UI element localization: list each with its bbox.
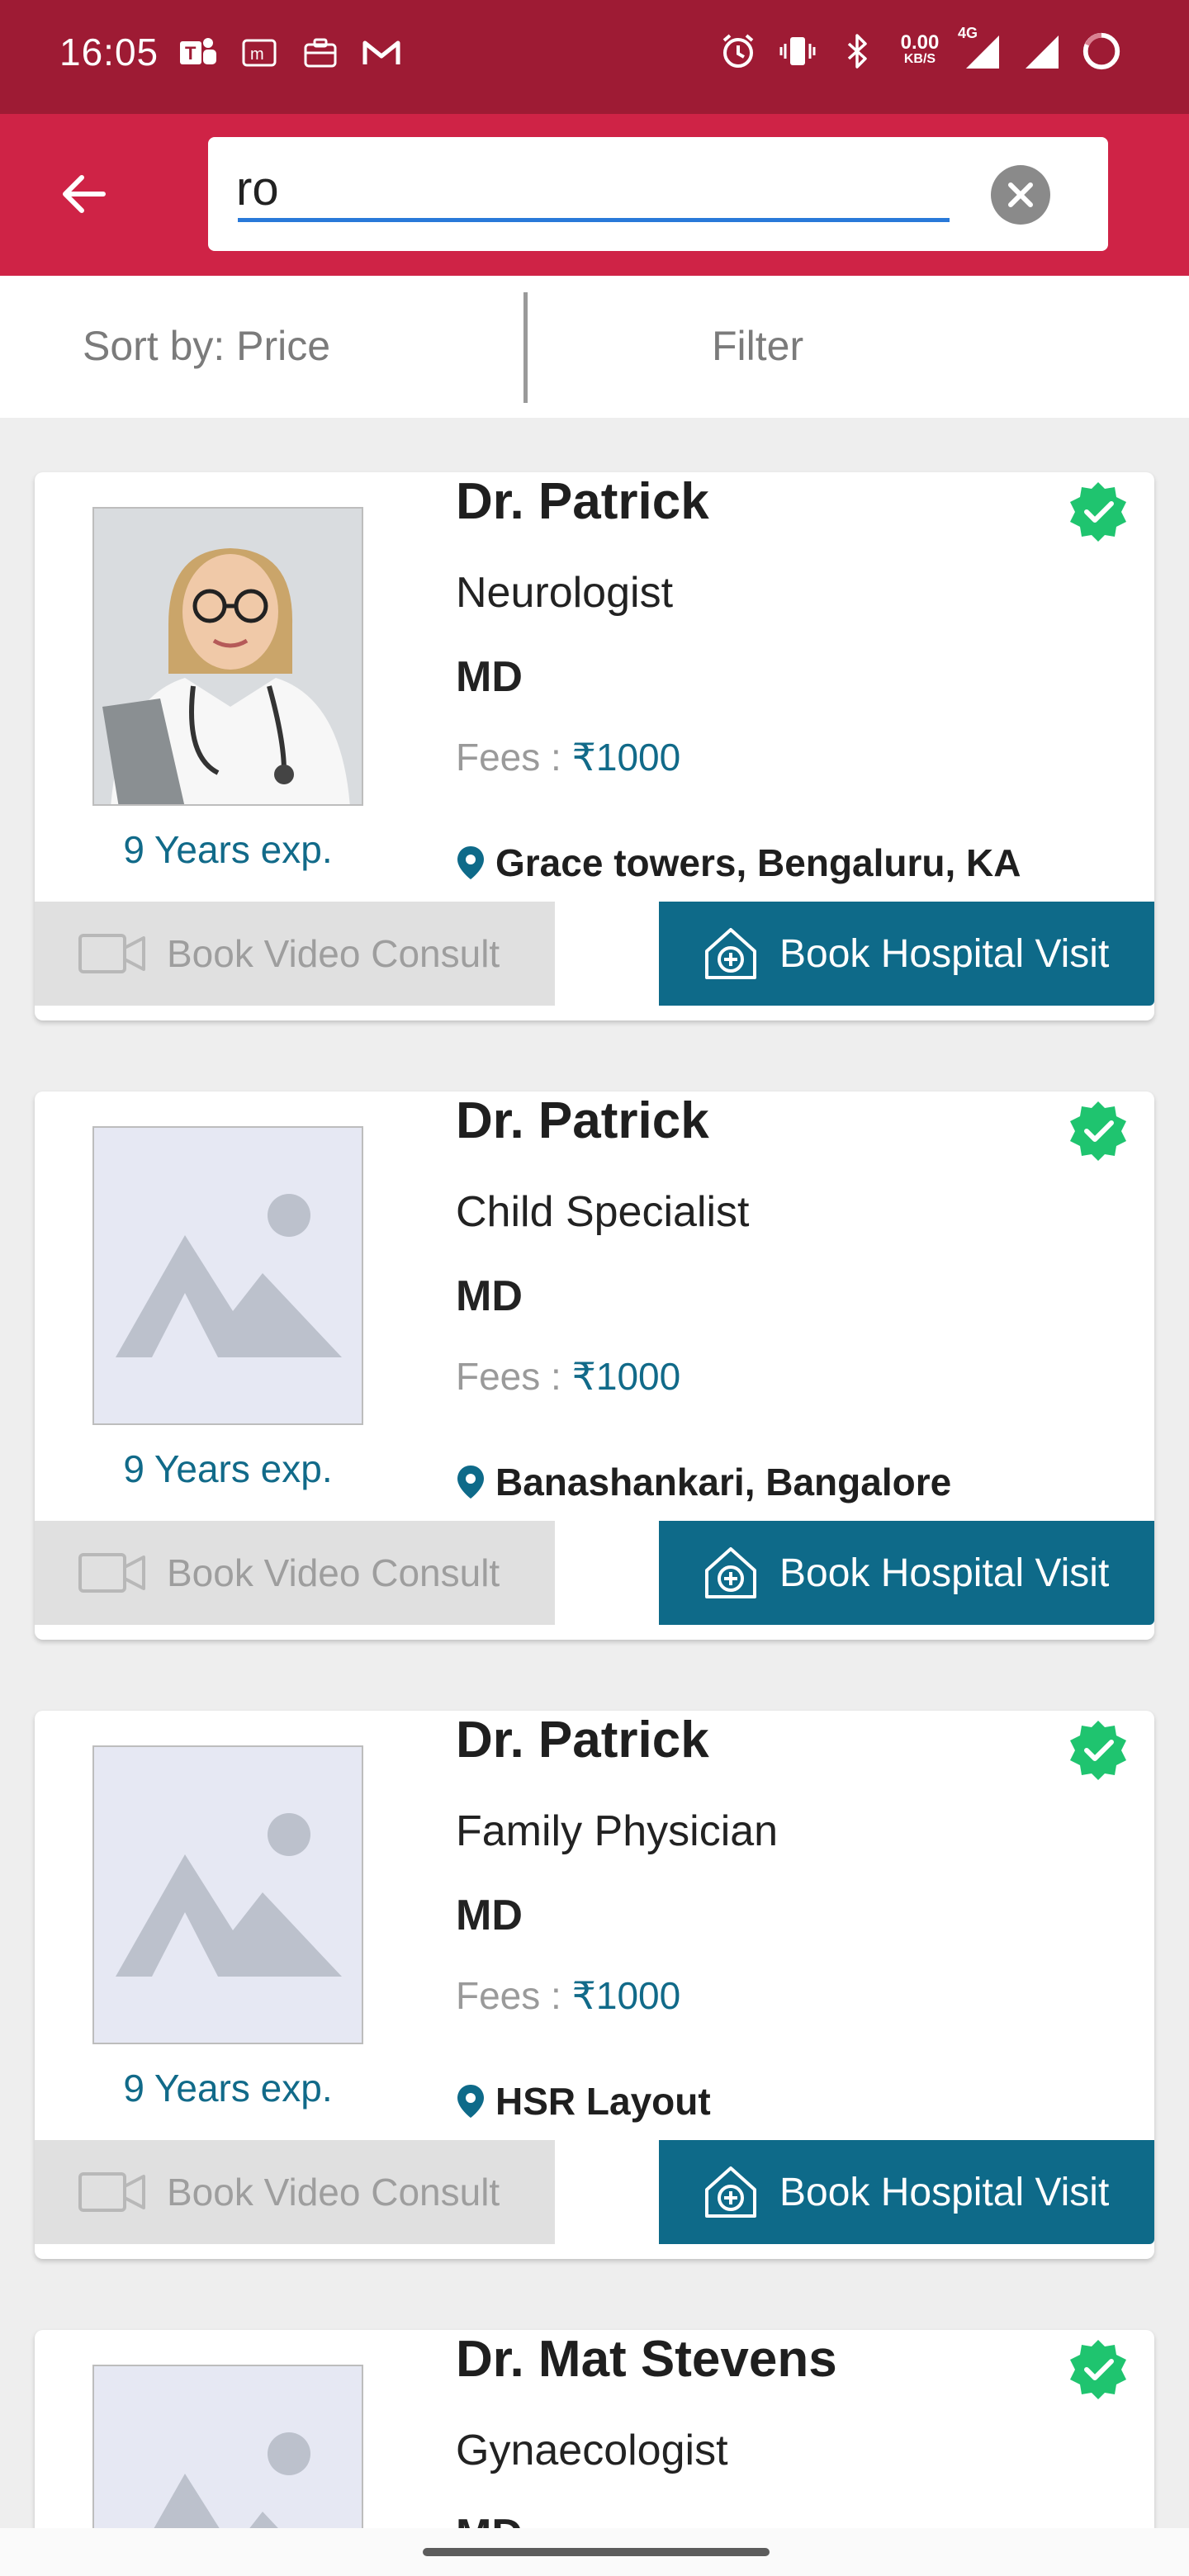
hospital-visit-label: Book Hospital Visit xyxy=(779,931,1110,976)
doctor-name[interactable]: Dr. Patrick xyxy=(456,1711,709,1769)
verified-badge-icon xyxy=(1070,1721,1126,1780)
video-consult-label: Book Video Consult xyxy=(167,2171,500,2214)
battery-ring-icon xyxy=(1080,30,1123,73)
back-button[interactable] xyxy=(46,157,121,231)
briefcase-icon xyxy=(299,31,342,74)
arrow-left-icon xyxy=(63,175,106,213)
doctor-degree: MD xyxy=(456,1272,523,1320)
placeholder-image xyxy=(92,2365,363,2528)
signal-icon xyxy=(1021,30,1063,73)
alarm-icon xyxy=(717,30,760,73)
fees-label: Fees : xyxy=(456,1974,572,2017)
net-speed-value: 0.00 xyxy=(900,31,940,54)
system-icons: 0.00 KB/S 4G xyxy=(717,25,1123,73)
doctor-address: HSR Layout xyxy=(456,2079,711,2124)
doctor-specialty: Family Physician xyxy=(456,1807,779,1855)
search-underline xyxy=(238,218,950,222)
gesture-handle[interactable] xyxy=(423,2548,770,2556)
status-time: 16:05 xyxy=(59,31,159,73)
location-pin-icon xyxy=(457,2085,484,2118)
fees-amount: ₹1000 xyxy=(571,736,681,779)
doctor-degree: MD xyxy=(456,653,523,701)
teams-icon: T xyxy=(177,31,220,74)
doctor-card[interactable]: 9 Years exp. Dr. Patrick Neurologist MD … xyxy=(35,472,1154,1020)
video-consult-label: Book Video Consult xyxy=(167,1551,500,1594)
network-type-label: 4G xyxy=(958,25,978,41)
address-text: HSR Layout xyxy=(495,2080,711,2123)
doctor-name[interactable]: Dr. Patrick xyxy=(456,1091,709,1150)
network-speed: 0.00 KB/S xyxy=(895,30,945,73)
doctor-degree: MD xyxy=(456,2510,523,2528)
location-pin-icon xyxy=(457,1466,484,1499)
app-bar xyxy=(0,114,1189,276)
doctor-fees: Fees : ₹1000 xyxy=(456,1973,680,2018)
clear-search-button[interactable] xyxy=(991,165,1050,225)
book-video-consult-button[interactable]: Book Video Consult xyxy=(35,1521,555,1625)
placeholder-image xyxy=(92,1126,363,1425)
gmail-icon xyxy=(360,31,403,74)
doctor-fees: Fees : ₹1000 xyxy=(456,1354,680,1399)
hospital-icon xyxy=(705,928,756,979)
hospital-visit-label: Book Hospital Visit xyxy=(779,2170,1110,2214)
search-box xyxy=(208,137,1108,251)
status-bar: 16:05 T m 0.00 KB/S 4G xyxy=(0,0,1189,114)
video-camera-icon xyxy=(78,2172,145,2212)
fees-label: Fees : xyxy=(456,736,572,779)
navigation-bar xyxy=(0,2528,1189,2576)
video-camera-icon xyxy=(78,934,145,973)
net-speed-unit: KB/S xyxy=(903,52,936,66)
book-hospital-visit-button[interactable]: Book Hospital Visit xyxy=(659,902,1154,1006)
experience-label: 9 Years exp. xyxy=(123,1447,333,1490)
fees-label: Fees : xyxy=(456,1355,572,1398)
video-camera-icon xyxy=(78,1553,145,1593)
hospital-icon xyxy=(705,1547,756,1598)
close-icon xyxy=(1008,182,1033,207)
doctor-photo xyxy=(92,507,363,806)
address-text: Banashankari, Bangalore xyxy=(495,1461,952,1503)
notification-icons: T m xyxy=(177,31,403,74)
signal-4g-icon: 4G xyxy=(958,25,1004,73)
vibrate-icon xyxy=(776,30,819,73)
book-hospital-visit-button[interactable]: Book Hospital Visit xyxy=(659,1521,1154,1625)
doctor-card[interactable]: Dr. Mat Stevens Gynaecologist MD xyxy=(35,2330,1154,2528)
verified-badge-icon xyxy=(1070,1101,1126,1161)
bluetooth-icon xyxy=(836,30,879,73)
fees-amount: ₹1000 xyxy=(571,1974,681,2017)
book-video-consult-button[interactable]: Book Video Consult xyxy=(35,902,555,1006)
doctor-card[interactable]: 9 Years exp. Dr. Patrick Child Specialis… xyxy=(35,1091,1154,1640)
doctor-degree: MD xyxy=(456,1892,523,1939)
svg-text:m: m xyxy=(250,45,264,64)
doctor-fees: Fees : ₹1000 xyxy=(456,735,680,779)
hospital-visit-label: Book Hospital Visit xyxy=(779,1551,1110,1595)
doctor-address: Banashankari, Bangalore xyxy=(456,1460,951,1504)
filter-button[interactable]: Filter xyxy=(712,322,803,370)
experience-label: 9 Years exp. xyxy=(123,2067,333,2110)
app-m-icon: m xyxy=(238,31,281,74)
book-video-consult-button[interactable]: Book Video Consult xyxy=(35,2140,555,2244)
doctor-specialty: Neurologist xyxy=(456,569,674,617)
fees-amount: ₹1000 xyxy=(571,1355,681,1398)
verified-badge-icon xyxy=(1070,2340,1126,2399)
doctor-specialty: Child Specialist xyxy=(456,1188,750,1236)
doctor-name[interactable]: Dr. Patrick xyxy=(456,472,709,531)
doctor-address: Grace towers, Bengaluru, KA xyxy=(456,841,1021,885)
address-text: Grace towers, Bengaluru, KA xyxy=(495,841,1021,884)
placeholder-image xyxy=(92,1745,363,2044)
doctor-name[interactable]: Dr. Mat Stevens xyxy=(456,2330,837,2389)
sort-button[interactable]: Sort by: Price xyxy=(83,322,330,370)
location-pin-icon xyxy=(457,846,484,879)
search-input[interactable] xyxy=(236,155,946,221)
experience-label: 9 Years exp. xyxy=(123,828,333,871)
doctor-specialty: Gynaecologist xyxy=(456,2427,728,2474)
divider xyxy=(523,292,528,403)
svg-text:T: T xyxy=(185,43,197,64)
hospital-icon xyxy=(705,2166,756,2218)
book-hospital-visit-button[interactable]: Book Hospital Visit xyxy=(659,2140,1154,2244)
sort-filter-bar: Sort by: Price Filter xyxy=(0,276,1189,418)
verified-badge-icon xyxy=(1070,482,1126,542)
doctor-card[interactable]: 9 Years exp. Dr. Patrick Family Physicia… xyxy=(35,1711,1154,2259)
video-consult-label: Book Video Consult xyxy=(167,932,500,975)
